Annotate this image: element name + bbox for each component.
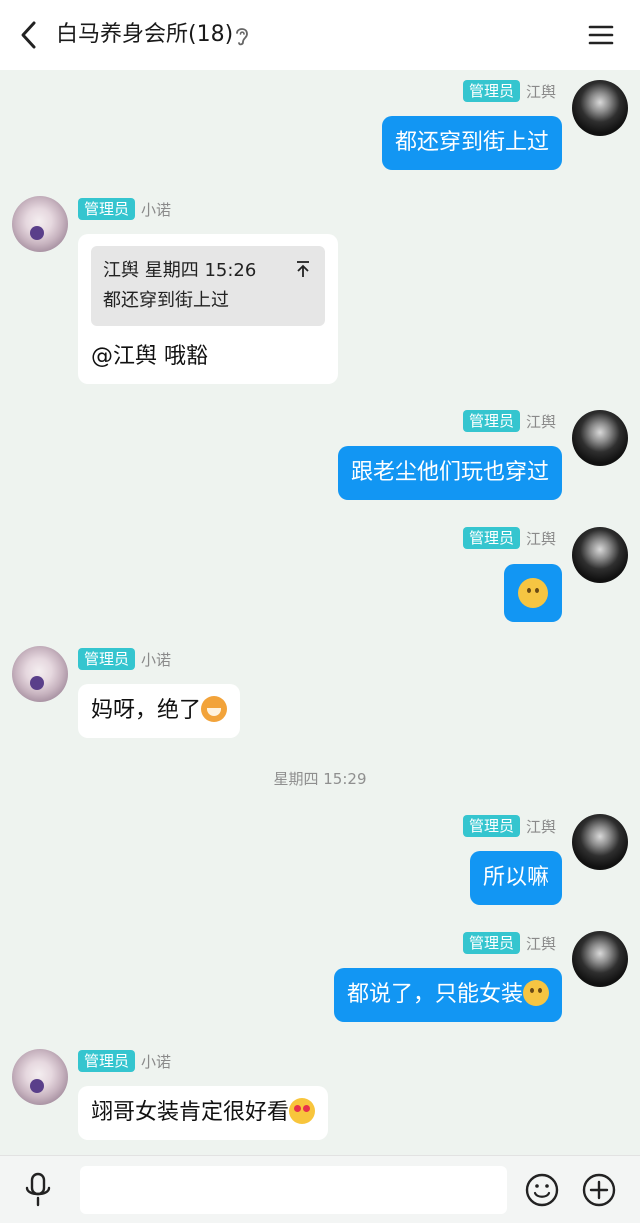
plus-icon xyxy=(582,1173,616,1207)
avatar[interactable] xyxy=(12,196,68,252)
message-bubble[interactable]: 江舆 星期四 15:26 都还穿到街上过 @江舆 哦豁 xyxy=(78,234,338,384)
avatar[interactable] xyxy=(572,931,628,987)
sender-name: 江舆 xyxy=(525,817,556,836)
message-bubble[interactable] xyxy=(504,564,562,622)
sender-name: 小诺 xyxy=(141,200,172,219)
message-bubble[interactable]: 所以嘛 xyxy=(469,851,562,905)
sender-name: 江舆 xyxy=(525,529,556,548)
message-text: 翊哥女装肯定很好看 xyxy=(91,1100,290,1125)
quote-text: 都还穿到街上过 xyxy=(103,290,229,311)
microphone-icon xyxy=(25,1172,51,1207)
message-text: 都还穿到街上过 xyxy=(394,130,549,155)
admin-badge: 管理员 xyxy=(462,410,520,432)
avatar[interactable] xyxy=(12,1049,68,1105)
sender-meta: 管理员 小诺 xyxy=(78,1050,171,1072)
message-bubble[interactable]: 都说了，只能女装 xyxy=(333,968,562,1022)
avatar[interactable] xyxy=(572,410,628,466)
sender-name: 小诺 xyxy=(141,1052,172,1071)
sender-meta: 管理员 小诺 xyxy=(78,198,171,220)
smiling-face-emoji-icon xyxy=(518,578,548,608)
message-text: 跟老尘他们玩也穿过 xyxy=(350,460,549,485)
message-input-bar xyxy=(0,1155,640,1223)
back-button[interactable] xyxy=(14,18,42,52)
message-input[interactable] xyxy=(80,1166,507,1214)
hamburger-menu-icon xyxy=(588,25,614,45)
avatar[interactable] xyxy=(572,527,628,583)
admin-badge: 管理员 xyxy=(462,932,520,954)
sender-name: 江舆 xyxy=(525,934,556,953)
admin-badge: 管理员 xyxy=(462,527,520,549)
admin-badge: 管理员 xyxy=(78,198,136,220)
message-bubble[interactable]: 都还穿到街上过 xyxy=(381,116,562,170)
sender-meta: 管理员 江舆 xyxy=(462,815,556,837)
emoji-icon xyxy=(525,1173,559,1207)
quoted-message[interactable]: 江舆 星期四 15:26 都还穿到街上过 xyxy=(91,246,325,326)
sender-meta: 管理员 小诺 xyxy=(78,648,171,670)
message-bubble[interactable]: 妈呀，绝了 xyxy=(78,684,241,738)
admin-badge: 管理员 xyxy=(462,80,520,102)
sender-meta: 管理员 江舆 xyxy=(462,527,556,549)
sender-meta: 管理员 江舆 xyxy=(462,80,556,102)
ear-icon xyxy=(236,28,248,46)
menu-button[interactable] xyxy=(586,20,616,50)
chat-messages-area[interactable]: 管理员 江舆 都还穿到街上过 管理员 小诺 江舆 星期四 15:26 都还穿到街… xyxy=(0,70,640,1155)
message-text: 所以嘛 xyxy=(482,865,549,890)
admin-badge: 管理员 xyxy=(462,815,520,837)
message-bubble[interactable]: 跟老尘他们玩也穿过 xyxy=(337,446,562,500)
sender-name: 小诺 xyxy=(141,650,172,669)
message-text: 都说了，只能女装 xyxy=(346,982,523,1007)
avatar[interactable] xyxy=(572,814,628,870)
heart-eyes-emoji-icon xyxy=(289,1098,316,1124)
sender-name: 江舆 xyxy=(525,412,556,431)
arrow-up-icon[interactable] xyxy=(295,260,311,278)
message-text: @江舆 哦豁 xyxy=(91,344,208,369)
dog-face-emoji-icon xyxy=(201,696,228,722)
smiling-face-emoji-icon xyxy=(523,980,549,1006)
sender-meta: 管理员 江舆 xyxy=(462,932,556,954)
chat-header: 白马养身会所(18) xyxy=(0,0,640,70)
voice-input-button[interactable] xyxy=(22,1172,54,1208)
chat-title: 白马养身会所(18) xyxy=(56,22,234,47)
admin-badge: 管理员 xyxy=(78,1050,136,1072)
avatar[interactable] xyxy=(572,80,628,136)
chevron-left-icon xyxy=(21,21,36,49)
quote-header: 江舆 星期四 15:26 xyxy=(103,260,257,281)
emoji-button[interactable] xyxy=(525,1173,559,1207)
avatar[interactable] xyxy=(12,646,68,702)
message-text: 妈呀，绝了 xyxy=(91,698,202,723)
sender-meta: 管理员 江舆 xyxy=(462,410,556,432)
admin-badge: 管理员 xyxy=(78,648,136,670)
timestamp-divider: 星期四 15:29 xyxy=(273,770,367,788)
sender-name: 江舆 xyxy=(525,82,556,101)
more-options-button[interactable] xyxy=(582,1173,616,1207)
message-bubble[interactable]: 翊哥女装肯定很好看 xyxy=(78,1086,329,1140)
